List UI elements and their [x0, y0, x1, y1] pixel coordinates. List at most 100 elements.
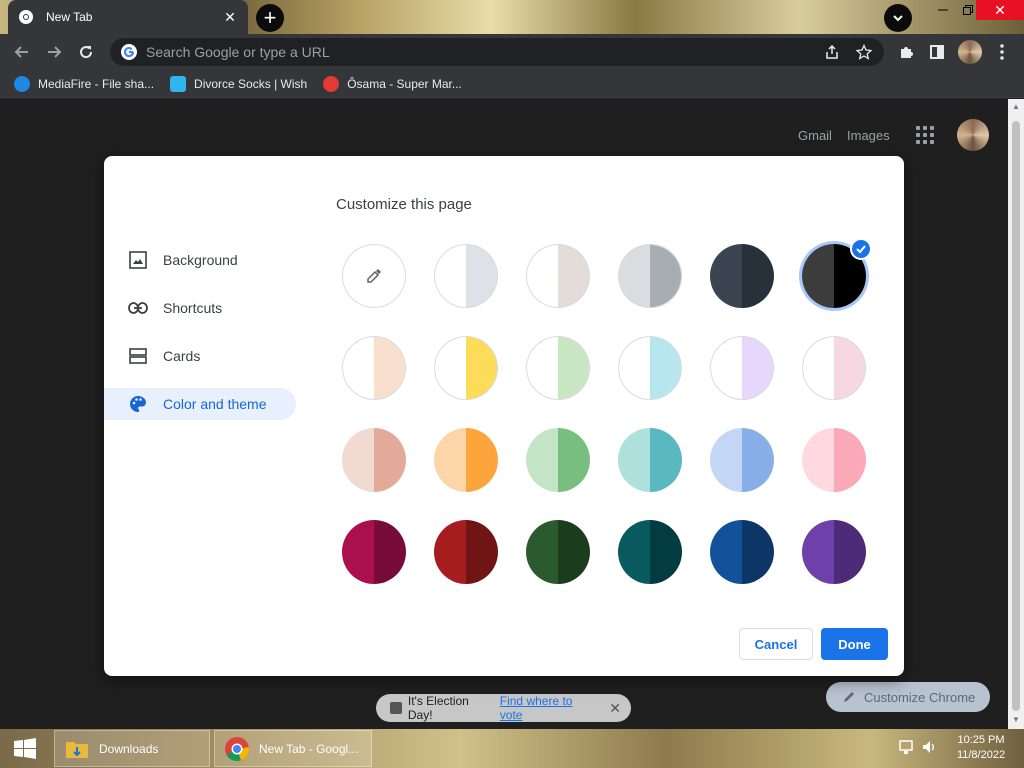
link-icon [128, 298, 148, 318]
page-scrollbar[interactable]: ▲ ▼ [1008, 99, 1024, 729]
volume-icon[interactable] [921, 739, 937, 755]
color-swatch-purple[interactable] [802, 520, 866, 584]
taskbar-chrome[interactable]: New Tab - Googl... [214, 730, 372, 767]
palette-icon [128, 394, 148, 414]
windows-taskbar: Downloads New Tab - Googl... 10:25 PM 11… [0, 729, 1024, 768]
nav-label: Shortcuts [163, 300, 223, 316]
close-icon[interactable]: ✕ [609, 700, 621, 717]
start-button[interactable] [0, 729, 50, 768]
images-link[interactable]: Images [847, 128, 890, 143]
menu-button[interactable] [990, 40, 1014, 64]
google-apps-icon[interactable] [916, 126, 934, 144]
color-swatch-light-blue[interactable] [710, 428, 774, 492]
chrome-icon [225, 736, 249, 761]
new-tab-button[interactable]: + [256, 4, 284, 32]
color-swatch-green-and-white[interactable] [526, 336, 590, 400]
bookmark-label: Ôsama - Super Mar... [347, 76, 462, 91]
nav-item-background[interactable]: Background [104, 236, 304, 284]
puzzle-icon [901, 47, 913, 58]
checkmark-icon [850, 238, 872, 260]
google-icon [121, 44, 137, 60]
color-swatch-beige[interactable] [342, 428, 406, 492]
color-swatch-beige-and-white[interactable] [342, 336, 406, 400]
cancel-button[interactable]: Cancel [739, 628, 813, 660]
color-swatch-custom-color[interactable] [342, 244, 406, 308]
dialog-title: Customize this page [336, 196, 472, 213]
chevron-down-icon [893, 15, 903, 22]
election-promo: It's Election Day! Find where to vote ✕ [376, 694, 631, 722]
close-tab-icon[interactable]: ✕ [222, 9, 238, 25]
bookmark-mario[interactable]: Ôsama - Super Mar... [323, 75, 462, 92]
color-swatch-grid [342, 238, 872, 584]
restore-icon [963, 5, 973, 15]
color-swatch-light-purple-and-white[interactable] [710, 336, 774, 400]
color-swatch-black[interactable] [802, 238, 872, 308]
share-button[interactable] [820, 40, 844, 64]
wish-icon [170, 75, 187, 92]
color-swatch-default-light[interactable] [434, 244, 498, 308]
color-swatch-light-grey[interactable] [618, 244, 682, 308]
folder-icon [66, 741, 88, 758]
reload-icon [80, 46, 93, 59]
pencil-icon [844, 692, 854, 702]
tab-search-button[interactable] [884, 4, 912, 32]
mario-icon [323, 75, 340, 92]
color-swatch-light-teal[interactable] [618, 428, 682, 492]
color-swatch-dark-pink-and-red[interactable] [342, 520, 406, 584]
customize-chrome-button[interactable]: Customize Chrome [826, 682, 990, 712]
share-icon [826, 44, 838, 59]
election-text: It's Election Day! [407, 694, 469, 722]
color-swatch-light-pink[interactable] [802, 428, 866, 492]
color-swatch-dark-green[interactable] [526, 520, 590, 584]
bookmark-label: MediaFire - File sha... [38, 76, 155, 91]
bookmark-mediafire[interactable]: MediaFire - File sha... [14, 75, 155, 92]
extensions-button[interactable] [894, 40, 918, 64]
side-panel-icon [930, 45, 944, 59]
nav-item-cards[interactable]: Cards [104, 332, 304, 380]
forward-arrow-icon [48, 46, 62, 58]
color-swatch-pink-and-white[interactable] [802, 336, 866, 400]
scrollbar-thumb[interactable] [1012, 121, 1020, 711]
nav-item-shortcuts[interactable]: Shortcuts [104, 284, 304, 332]
mediafire-icon [14, 75, 30, 92]
star-icon [856, 44, 872, 60]
nav-label: Background [163, 252, 238, 268]
color-swatch-dark-teal[interactable] [618, 520, 682, 584]
color-swatch-light-green[interactable] [526, 428, 590, 492]
nav-label: Cards [163, 348, 201, 364]
color-swatch-yellow-and-white[interactable] [434, 336, 498, 400]
bookmark-wish[interactable]: Divorce Socks | Wish [170, 75, 308, 92]
ntp-profile-avatar[interactable] [957, 119, 989, 151]
windows-logo-icon [14, 737, 36, 759]
tab-title: New Tab [46, 10, 93, 24]
gmail-link[interactable]: Gmail [798, 128, 832, 143]
address-bar[interactable]: Search Google or type a URL [110, 38, 884, 66]
taskbar-downloads[interactable]: Downloads [54, 730, 210, 767]
bookmark-star-button[interactable] [852, 40, 876, 64]
profile-avatar[interactable] [958, 40, 982, 64]
side-panel-button[interactable] [925, 40, 949, 64]
color-swatch-beige-white[interactable] [526, 244, 590, 308]
back-button[interactable] [10, 40, 34, 64]
scroll-up-icon[interactable]: ▲ [1011, 102, 1021, 112]
tab-new-tab[interactable]: New Tab ✕ [8, 0, 248, 34]
taskbar-label: Downloads [99, 741, 159, 756]
customize-nav: Background Shortcuts Cards Color and the… [104, 236, 304, 428]
color-swatch-dark-blue[interactable] [710, 520, 774, 584]
forward-button[interactable] [42, 40, 66, 64]
color-swatch-cool-grey[interactable] [710, 244, 774, 308]
color-swatch-light-teal-and-white[interactable] [618, 336, 682, 400]
system-clock[interactable]: 10:25 PM 11/8/2022 [948, 733, 1014, 763]
nav-item-color-and-theme[interactable]: Color and theme [104, 388, 296, 420]
network-icon[interactable] [898, 739, 914, 755]
color-swatch-orange[interactable] [434, 428, 498, 492]
bookmark-label: Divorce Socks | Wish [194, 76, 308, 91]
window-close-button[interactable]: ✕ [976, 0, 1024, 20]
scroll-down-icon[interactable]: ▼ [1011, 715, 1021, 725]
eyedropper-icon [367, 269, 381, 283]
nav-label: Color and theme [163, 396, 267, 412]
done-button[interactable]: Done [821, 628, 888, 660]
reload-button[interactable] [74, 40, 98, 64]
color-swatch-dark-red-and-orange[interactable] [434, 520, 498, 584]
find-where-to-vote-link[interactable]: Find where to vote [500, 694, 598, 722]
